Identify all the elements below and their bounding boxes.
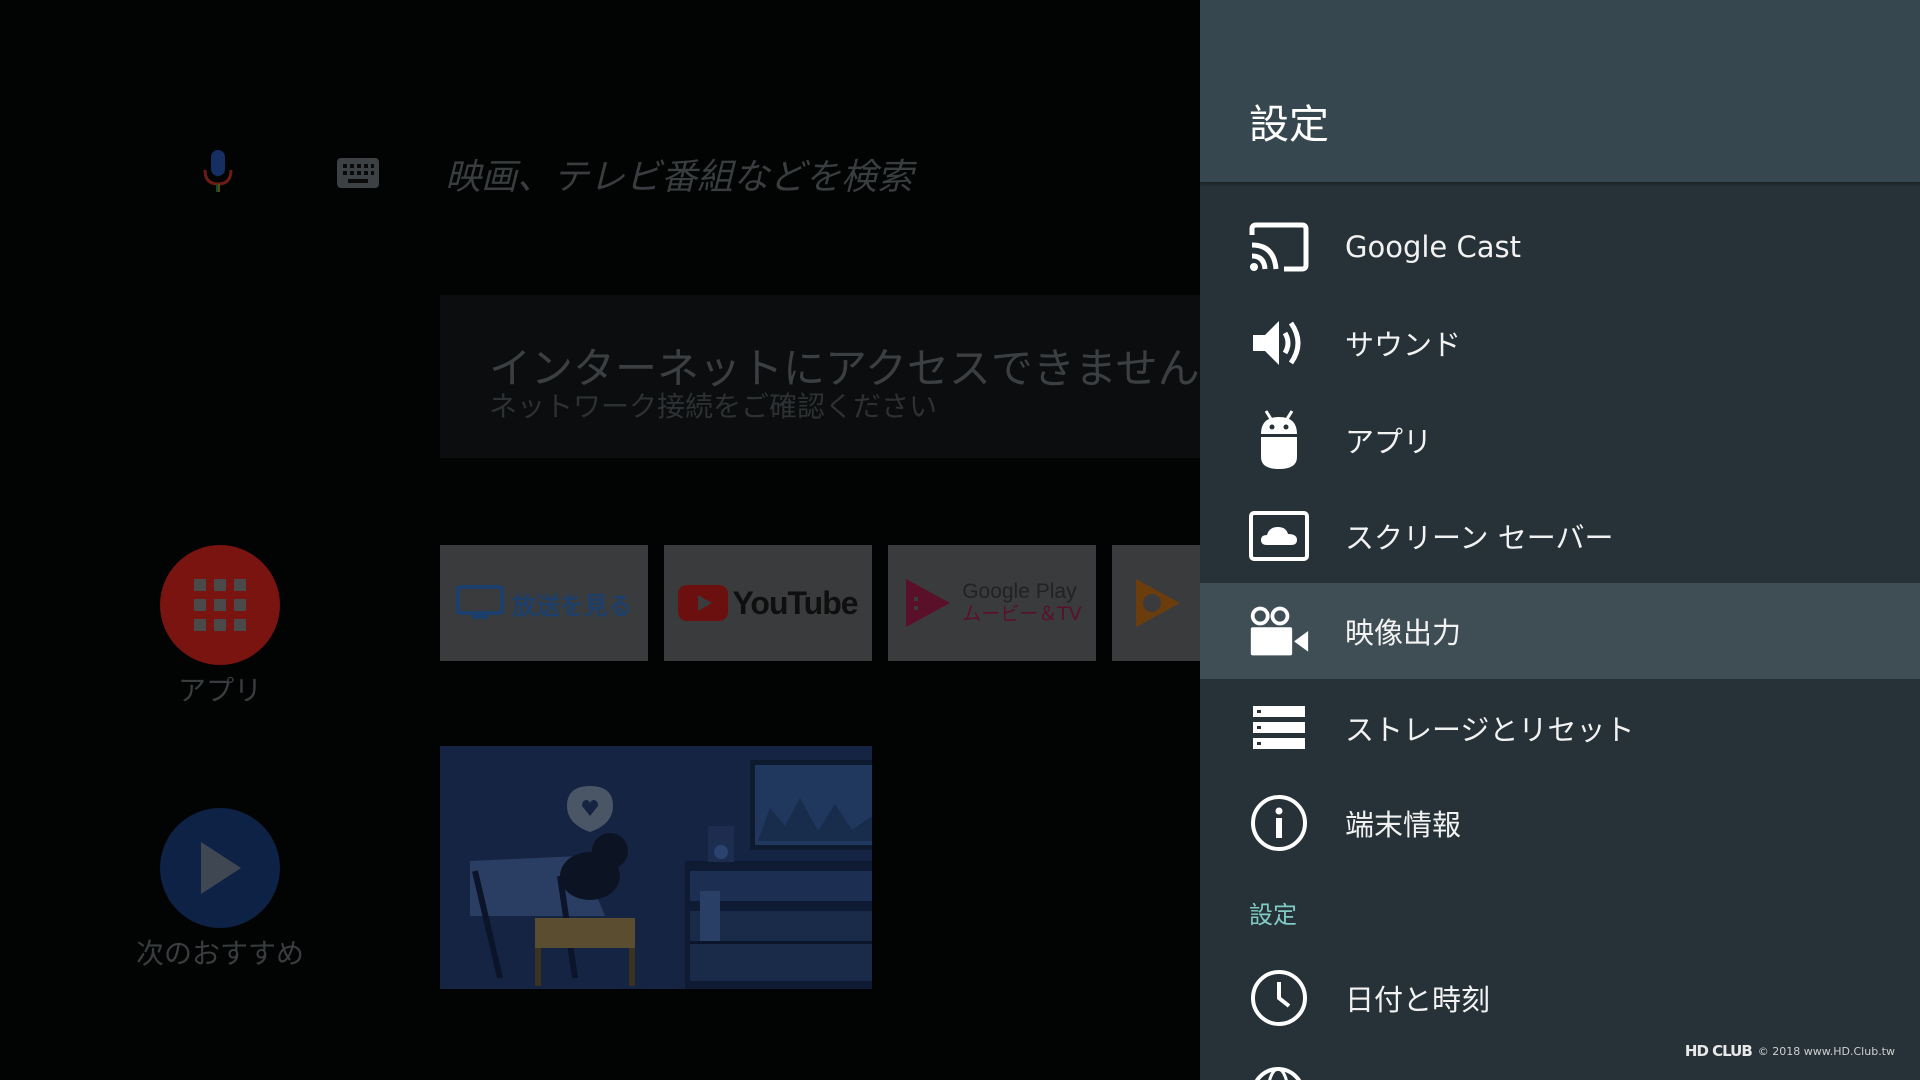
screensaver-icon [1248, 505, 1310, 567]
recommendation-card[interactable] [440, 746, 872, 989]
settings-item-video-output-label: 映像出力 [1345, 616, 1462, 650]
globe-icon [1254, 1067, 1302, 1080]
settings-item-apps[interactable]: アプリ [1200, 392, 1920, 488]
banner-subtitle: ネットワーク接続をご確認ください [489, 390, 938, 423]
settings-title: 設定 [1249, 102, 1329, 148]
app-tile-play-movies-sublabel: ムービー＆TV [962, 603, 1082, 626]
app-tile-youtube[interactable]: YouTube [664, 545, 872, 661]
watermark-text: © 2018 www.HD.Club.tw [1757, 1044, 1895, 1058]
settings-item-sound[interactable]: サウンド [1200, 295, 1920, 391]
keyboard-icon[interactable] [337, 158, 379, 188]
cast-icon [1248, 216, 1310, 278]
watermark-logo: HD CLUB [1684, 1042, 1753, 1060]
watermark: HD CLUB © 2018 www.HD.Club.tw [1685, 1042, 1895, 1060]
app-tile-play-music[interactable] [1112, 545, 1200, 661]
settings-item-date-time[interactable]: 日付と時刻 [1200, 950, 1920, 1046]
settings-item-device-info[interactable]: 端末情報 [1200, 775, 1920, 871]
nav-apps-label: アプリ [177, 674, 262, 707]
video-camera-icon [1248, 600, 1310, 662]
settings-item-sound-label: サウンド [1345, 328, 1462, 362]
app-tile-tv-label: 放送を見る [512, 591, 632, 620]
home-screen: 映画、テレビ番組などを検索 インターネットにアクセスできません ネットワーク接続… [0, 0, 1200, 1080]
nav-play-next-label: 次のおすすめ [135, 937, 304, 970]
storage-icon [1248, 697, 1310, 759]
apps-grid-icon [160, 545, 280, 665]
volume-icon [1248, 312, 1310, 374]
settings-item-google-cast-label: Google Cast [1345, 230, 1521, 264]
youtube-icon [678, 585, 729, 621]
settings-section-header: 設定 [1249, 901, 1297, 929]
play-movies-icon [906, 579, 951, 627]
settings-header: 設定 [1200, 0, 1920, 182]
settings-item-screensaver[interactable]: スクリーン セーバー [1200, 488, 1920, 584]
settings-item-device-info-label: 端末情報 [1345, 808, 1462, 842]
settings-item-screensaver-label: スクリーン セーバー [1345, 521, 1614, 555]
settings-item-storage-reset-label: ストレージとリセット [1345, 713, 1635, 747]
settings-item-apps-label: アプリ [1345, 425, 1433, 459]
tv-icon [456, 585, 504, 619]
settings-item-storage-reset[interactable]: ストレージとリセット [1200, 680, 1920, 776]
app-tile-play-movies-label: Google Play [962, 580, 1077, 603]
play-music-icon [1136, 579, 1180, 627]
no-internet-banner: インターネットにアクセスできません ネットワーク接続をご確認ください [440, 295, 1200, 458]
clock-icon [1248, 967, 1310, 1029]
nav-play-next[interactable]: 次のおすすめ [110, 808, 330, 972]
nav-apps[interactable]: アプリ [110, 545, 330, 709]
settings-item-google-cast[interactable]: Google Cast [1200, 199, 1920, 295]
app-tile-youtube-label: YouTube [732, 584, 858, 621]
app-tile-play-movies[interactable]: Google Play ムービー＆TV [888, 545, 1096, 661]
microphone-icon[interactable] [200, 150, 236, 194]
app-tile-tv[interactable]: 放送を見る [440, 545, 648, 661]
play-icon [160, 808, 280, 928]
info-icon [1248, 792, 1310, 854]
settings-item-video-output[interactable]: 映像出力 [1200, 583, 1920, 679]
android-icon [1248, 409, 1310, 471]
settings-item-date-time-label: 日付と時刻 [1345, 983, 1491, 1017]
search-placeholder[interactable]: 映画、テレビ番組などを検索 [445, 148, 913, 200]
settings-panel: 設定 Google Cast サウンド アプリ スクリーン セーバー 映像出力 … [1200, 0, 1920, 1080]
